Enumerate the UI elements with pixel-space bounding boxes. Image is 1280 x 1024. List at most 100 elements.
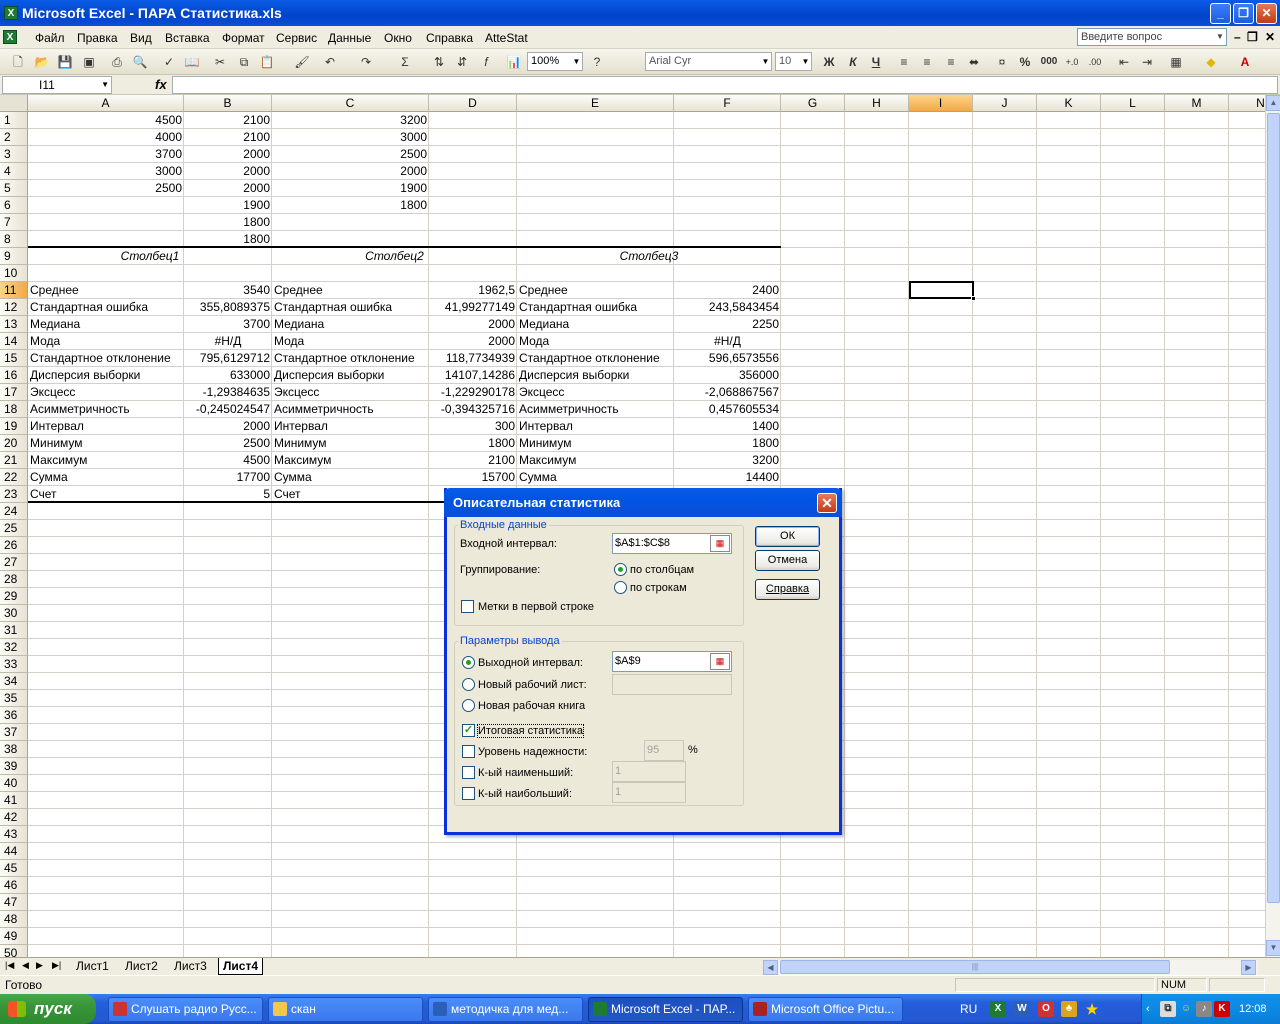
ok-button[interactable]: ОК [755,526,820,547]
row-header[interactable]: 32 [0,639,28,656]
cell-e11[interactable]: Среднее [517,282,674,299]
menu-data[interactable]: Данные [328,31,371,45]
cell-b20[interactable]: 2500 [184,435,272,452]
font-size-combo[interactable]: 10 ▼ [775,52,812,71]
print-icon[interactable]: ⎙ [108,53,126,71]
confidence-label[interactable]: Уровень надежности: [478,746,587,758]
decrease-decimal-icon[interactable]: .00 [1086,53,1104,71]
cell-a22[interactable]: Сумма [28,469,184,486]
by-rows-radio[interactable] [614,581,627,594]
undo-icon[interactable]: ↶ [321,53,339,71]
column-header[interactable]: J [973,95,1037,112]
menu-format[interactable]: Формат [222,31,265,45]
active-cell-cursor[interactable] [909,281,976,301]
cell-c17[interactable]: Эксцесс [272,384,429,401]
cell-a1[interactable]: 4500 [28,112,184,129]
excel-app-icon[interactable]: X [4,6,18,20]
row-header[interactable]: 8 [0,231,28,248]
cell-c3[interactable]: 2500 [272,146,429,163]
menu-edit[interactable]: Правка [77,31,118,45]
range-select-icon[interactable]: ▦ [710,653,730,670]
restore-button[interactable]: ❐ [1233,3,1254,24]
thousands-button[interactable]: 000 [1038,53,1060,71]
row-header[interactable]: 1 [0,112,28,129]
row-header[interactable]: 22 [0,469,28,486]
borders-icon[interactable]: ▦ [1167,53,1185,71]
insert-function-icon[interactable]: fx [155,77,167,92]
cell-c4[interactable]: 2000 [272,163,429,180]
row-header[interactable]: 31 [0,622,28,639]
cell-a20[interactable]: Минимум [28,435,184,452]
row-header[interactable]: 49 [0,928,28,945]
row-header[interactable]: 36 [0,707,28,724]
vertical-scrollbar[interactable]: ▲ ▼ [1265,95,1280,957]
tray-collapse-icon[interactable]: ‹ [1146,994,1150,1024]
row-header[interactable]: 15 [0,350,28,367]
percent-button[interactable]: % [1016,53,1034,71]
cell-f19[interactable]: 1400 [674,418,781,435]
cell-e22[interactable]: Сумма [517,469,674,486]
cell-b12[interactable]: 355,8089375 [184,299,272,316]
row-header[interactable]: 4 [0,163,28,180]
column-header[interactable]: F [674,95,781,112]
cell-b23[interactable]: 5 [184,486,272,503]
currency-icon[interactable]: ¤ [993,53,1011,71]
bold-button[interactable]: Ж [820,53,838,71]
network-icon[interactable]: ⧉ [1160,1001,1176,1017]
row-header[interactable]: 41 [0,792,28,809]
cell-a9[interactable]: Столбец1 [28,248,272,265]
menu-help[interactable]: Справка [426,31,473,45]
cell-f20[interactable]: 1800 [674,435,781,452]
cell-f14[interactable]: #Н/Д [674,333,781,350]
row-header[interactable]: 18 [0,401,28,418]
cell-f16[interactable]: 356000 [674,367,781,384]
merge-center-icon[interactable]: ⬌ [965,53,983,71]
row-header[interactable]: 46 [0,877,28,894]
kth-smallest-checkbox[interactable] [462,766,475,779]
column-header[interactable]: L [1101,95,1165,112]
cell-b21[interactable]: 4500 [184,452,272,469]
cell-b18[interactable]: -0,245024547 [184,401,272,418]
kth-largest-checkbox[interactable] [462,787,475,800]
cell-c6[interactable]: 1800 [272,197,429,214]
menu-attestat[interactable]: AtteStat [485,31,528,45]
cell-d16[interactable]: 14107,14286 [429,367,517,384]
cell-b14[interactable]: #Н/Д [184,333,272,350]
column-header[interactable]: C [272,95,429,112]
fill-handle[interactable] [971,296,976,301]
column-header[interactable]: D [429,95,517,112]
research-icon[interactable]: 📖 [183,53,201,71]
cell-a12[interactable]: Стандартная ошибка [28,299,184,316]
cell-a21[interactable]: Максимум [28,452,184,469]
column-header[interactable]: G [781,95,845,112]
cell-c16[interactable]: Дисперсия выборки [272,367,429,384]
new-book-label[interactable]: Новая рабочая книга [478,700,585,712]
cell-b4[interactable]: 2000 [184,163,272,180]
menu-view[interactable]: Вид [130,31,152,45]
cell-a11[interactable]: Среднее [28,282,184,299]
clock[interactable]: 12:08 [1239,994,1267,1024]
doc-close-button[interactable]: ✕ [1265,30,1275,44]
column-header[interactable]: A [28,95,184,112]
kth-smallest-label[interactable]: К-ый наименьший: [478,767,573,779]
row-header[interactable]: 38 [0,741,28,758]
labels-first-row-checkbox[interactable] [461,600,474,613]
redo-icon[interactable]: ↷ [357,53,375,71]
menu-tools[interactable]: Сервис [276,31,317,45]
column-header[interactable]: E [517,95,674,112]
star-quick-icon[interactable]: ★ [1084,1001,1100,1017]
row-header[interactable]: 28 [0,571,28,588]
cancel-button[interactable]: Отмена [755,550,820,571]
cell-a14[interactable]: Мода [28,333,184,350]
row-header[interactable]: 23 [0,486,28,503]
prev-sheet-icon[interactable]: ◀ [22,960,29,971]
row-header[interactable]: 34 [0,673,28,690]
task-excel[interactable]: Microsoft Excel - ПАР... [588,997,743,1022]
cell-a23[interactable]: Счет [28,486,184,503]
increase-indent-icon[interactable]: ⇥ [1138,53,1156,71]
cell-a3[interactable]: 3700 [28,146,184,163]
doc-minimize-button[interactable]: – [1234,30,1241,44]
select-all-corner[interactable] [0,95,28,112]
cell-e13[interactable]: Медиана [517,316,674,333]
chevron-down-icon[interactable]: ▼ [760,53,771,70]
